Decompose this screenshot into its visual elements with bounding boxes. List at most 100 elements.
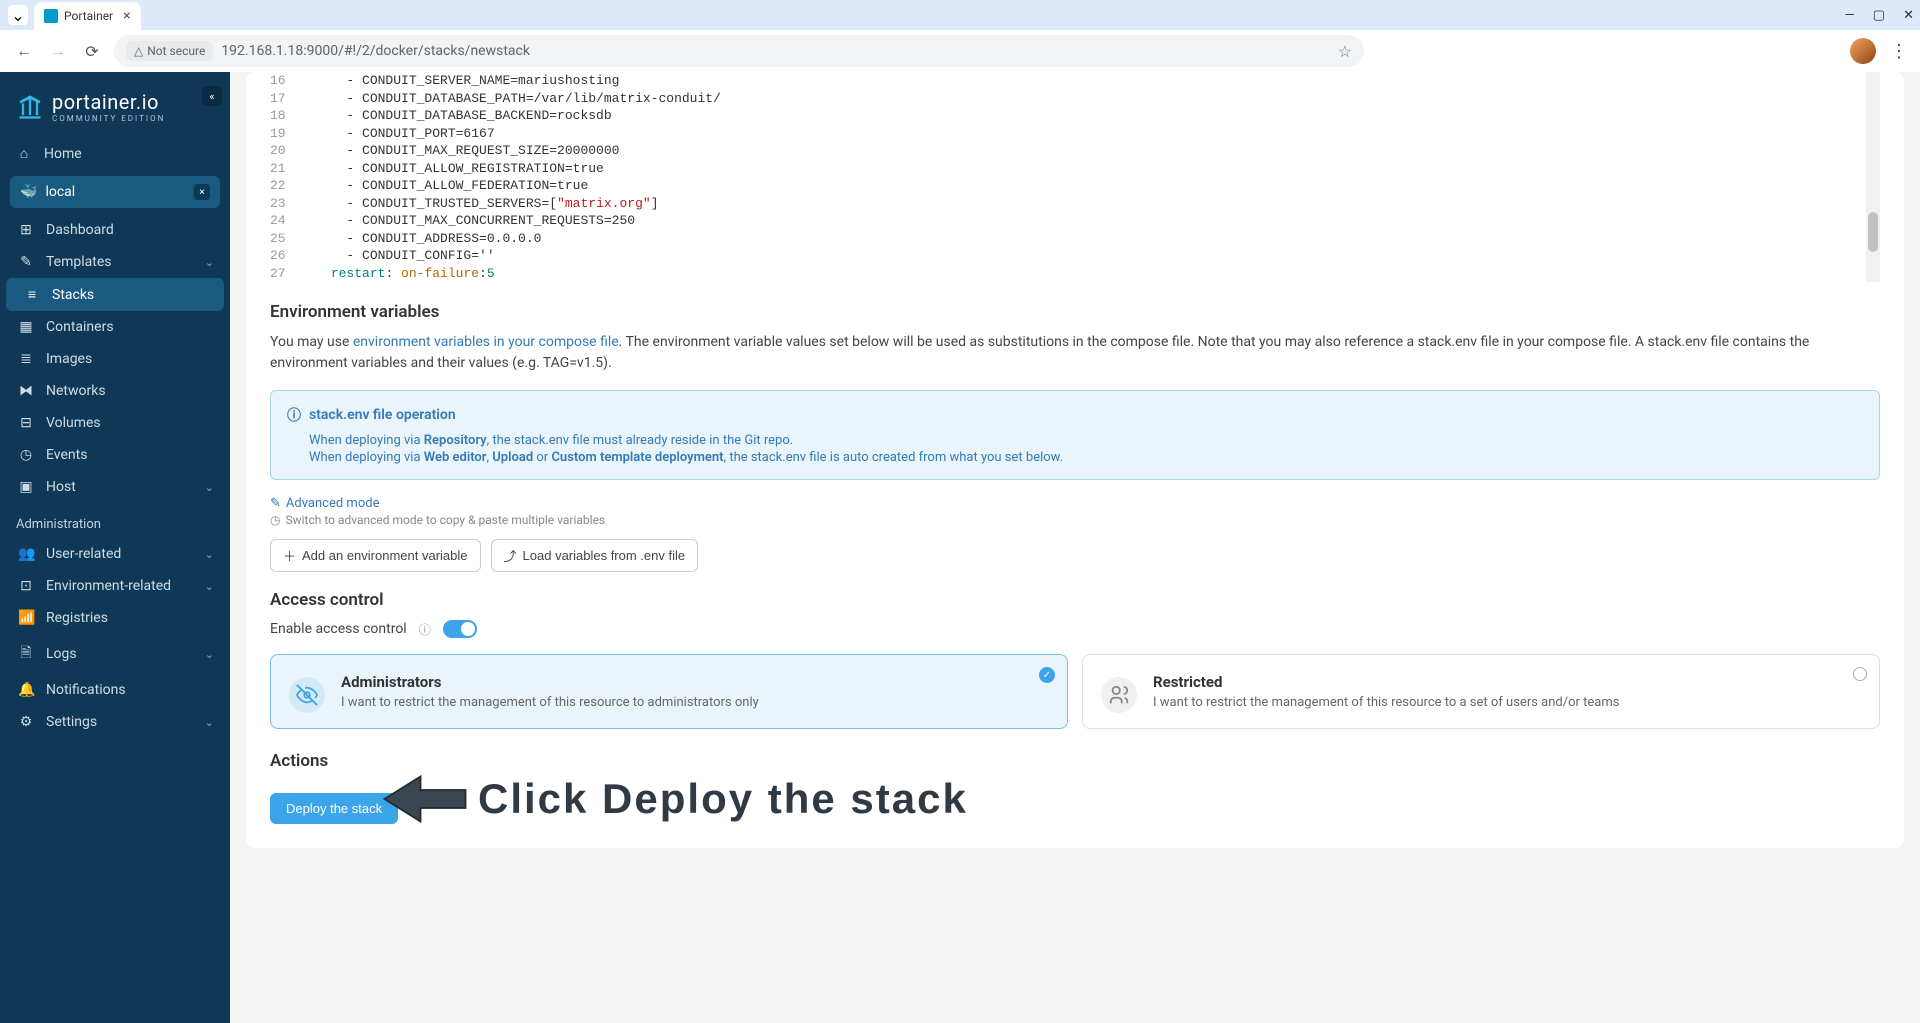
chevron-down-icon: ⌄ bbox=[205, 548, 214, 561]
environment-name: local bbox=[45, 184, 75, 200]
load-env-file-button[interactable]: ⤴ Load variables from .env file bbox=[491, 539, 699, 572]
access-section-title: Access control bbox=[270, 590, 1880, 610]
nav-label: Settings bbox=[46, 714, 97, 730]
plus-icon: ＋ bbox=[283, 546, 296, 565]
nav-images[interactable]: ≣Images bbox=[0, 343, 230, 375]
dashboard-icon: ⊞ bbox=[18, 222, 34, 238]
url-text: 192.168.1.18:9000/#!/2/docker/stacks/new… bbox=[221, 43, 1329, 59]
nav-admin-logs[interactable]: 🗎Logs⌄ bbox=[0, 634, 230, 674]
nav-label: User-related bbox=[46, 546, 121, 562]
compose-editor[interactable]: 161718192021222324252627 - CONDUIT_SERVE… bbox=[270, 72, 1880, 282]
nav-label: Containers bbox=[46, 319, 114, 335]
nav-home[interactable]: ⌂ Home bbox=[0, 137, 230, 170]
line-gutter: 161718192021222324252627 bbox=[270, 72, 300, 282]
docker-icon: 🐳 bbox=[20, 184, 37, 200]
containers-icon: ▦ bbox=[18, 319, 34, 335]
nav-label: Environment-related bbox=[46, 578, 171, 594]
nav-label: Logs bbox=[46, 646, 77, 662]
not-secure-label: Not secure bbox=[147, 44, 205, 58]
close-tab-icon[interactable]: × bbox=[123, 8, 130, 24]
env-docs-link[interactable]: environment variables in your compose fi… bbox=[353, 334, 619, 350]
nav-label: Networks bbox=[46, 383, 106, 399]
close-environment-icon[interactable]: × bbox=[194, 184, 210, 200]
chevron-down-icon: ⌄ bbox=[205, 716, 214, 729]
editor-scrollbar-track[interactable] bbox=[1866, 72, 1880, 282]
env-section-title: Environment variables bbox=[270, 302, 1880, 322]
maximize-icon[interactable]: ▢ bbox=[1873, 8, 1885, 23]
profile-avatar[interactable] bbox=[1850, 38, 1876, 64]
nav-stacks[interactable]: ≡Stacks bbox=[6, 278, 224, 311]
admin-section-label: Administration bbox=[0, 503, 230, 538]
tab-dropdown[interactable]: ⌄ bbox=[8, 5, 28, 25]
notifications-icon: 🔔 bbox=[18, 682, 34, 698]
nav-admin-environment-related[interactable]: ⊡Environment-related⌄ bbox=[0, 570, 230, 602]
security-badge[interactable]: △ Not secure bbox=[126, 41, 213, 61]
nav-label: Images bbox=[46, 351, 92, 367]
editor-scrollbar-thumb[interactable] bbox=[1868, 212, 1878, 252]
restricted-option-desc: I want to restrict the management of thi… bbox=[1153, 695, 1861, 710]
users-icon bbox=[1101, 677, 1137, 713]
brand-edition: COMMUNITY EDITION bbox=[52, 114, 165, 123]
add-env-var-button[interactable]: ＋ Add an environment variable bbox=[270, 539, 481, 572]
radio-icon bbox=[1853, 667, 1867, 681]
environment-pill-local[interactable]: 🐳 local × bbox=[10, 176, 220, 208]
nav-admin-user-related[interactable]: 👥User-related⌄ bbox=[0, 538, 230, 570]
window-controls: ― ▢ ✕ bbox=[1845, 8, 1914, 23]
nav-admin-notifications[interactable]: 🔔 Notifications bbox=[0, 674, 230, 706]
tab-favicon bbox=[44, 9, 58, 23]
load-env-file-label: Load variables from .env file bbox=[523, 548, 686, 563]
nav-label: Notifications bbox=[46, 682, 126, 698]
nav-dashboard[interactable]: ⊞ Dashboard bbox=[0, 214, 230, 246]
help-icon[interactable]: ⓘ bbox=[419, 621, 431, 638]
portainer-logo-icon bbox=[16, 93, 44, 121]
bookmark-icon[interactable]: ☆ bbox=[1338, 42, 1352, 61]
forward-button[interactable]: → bbox=[46, 39, 70, 63]
browser-menu-icon[interactable]: ⋮ bbox=[1890, 41, 1908, 62]
nav-events[interactable]: ◷Events bbox=[0, 439, 230, 471]
clock-icon: ◷ bbox=[270, 513, 280, 527]
stackenv-info-box: ⓘ stack.env file operation When deployin… bbox=[270, 390, 1880, 480]
actions-section-title: Actions bbox=[270, 751, 1880, 771]
nav-volumes[interactable]: ⊟ Volumes bbox=[0, 407, 230, 439]
nav-label: Dashboard bbox=[46, 222, 114, 238]
enable-access-toggle[interactable] bbox=[443, 620, 477, 638]
minimize-icon[interactable]: ― bbox=[1845, 8, 1855, 23]
collapse-sidebar-button[interactable]: « bbox=[202, 86, 222, 106]
sidebar-brand[interactable]: portainer.io COMMUNITY EDITION bbox=[0, 82, 230, 137]
volumes-icon: ⊟ bbox=[18, 415, 34, 431]
access-option-administrators[interactable]: ✓ Administrators I want to restrict the … bbox=[270, 654, 1068, 729]
add-env-var-label: Add an environment variable bbox=[302, 548, 468, 563]
settings-icon: ⚙ bbox=[18, 714, 34, 730]
address-bar[interactable]: △ Not secure 192.168.1.18:9000/#!/2/dock… bbox=[114, 35, 1364, 67]
restricted-option-title: Restricted bbox=[1153, 673, 1861, 691]
edit-icon: ✎ bbox=[270, 496, 281, 511]
info-icon: ⓘ bbox=[287, 405, 301, 425]
nav-admin-settings[interactable]: ⚙ Settings ⌄ bbox=[0, 706, 230, 738]
enable-access-label: Enable access control bbox=[270, 621, 407, 637]
advanced-mode-label: Advanced mode bbox=[286, 496, 380, 511]
nav-label: Host bbox=[46, 479, 76, 495]
nav-templates[interactable]: ✎Templates⌄ bbox=[0, 246, 230, 278]
warning-icon: △ bbox=[134, 44, 143, 58]
access-option-restricted[interactable]: Restricted I want to restrict the manage… bbox=[1082, 654, 1880, 729]
nav-containers[interactable]: ▦ Containers bbox=[0, 311, 230, 343]
chevron-down-icon: ⌄ bbox=[205, 256, 214, 269]
advanced-mode-link[interactable]: ✎ Advanced mode bbox=[270, 496, 1880, 511]
nav-label: Volumes bbox=[46, 415, 101, 431]
tutorial-annotation: Click Deploy the stack bbox=[380, 769, 968, 829]
deploy-stack-button[interactable]: Deploy the stack bbox=[270, 793, 398, 824]
nav-host[interactable]: ▣Host⌄ bbox=[0, 471, 230, 503]
reload-button[interactable]: ⟳ bbox=[80, 39, 104, 63]
browser-tab[interactable]: Portainer × bbox=[34, 2, 141, 30]
nav-admin-registries[interactable]: 📶Registries bbox=[0, 602, 230, 634]
chevron-down-icon: ⌄ bbox=[205, 580, 214, 593]
advanced-mode-hint: ◷ Switch to advanced mode to copy & past… bbox=[270, 513, 1880, 527]
logs-icon: 🗎 bbox=[18, 642, 34, 666]
eye-off-icon bbox=[289, 677, 325, 713]
tab-title: Portainer bbox=[64, 9, 113, 23]
sidebar: portainer.io COMMUNITY EDITION « ⌂ Home … bbox=[0, 72, 230, 1023]
close-window-icon[interactable]: ✕ bbox=[1903, 8, 1914, 23]
nav-networks[interactable]: ⧓Networks bbox=[0, 375, 230, 407]
back-button[interactable]: ← bbox=[12, 39, 36, 63]
code-body[interactable]: - CONDUIT_SERVER_NAME=mariushosting - CO… bbox=[300, 72, 1880, 282]
